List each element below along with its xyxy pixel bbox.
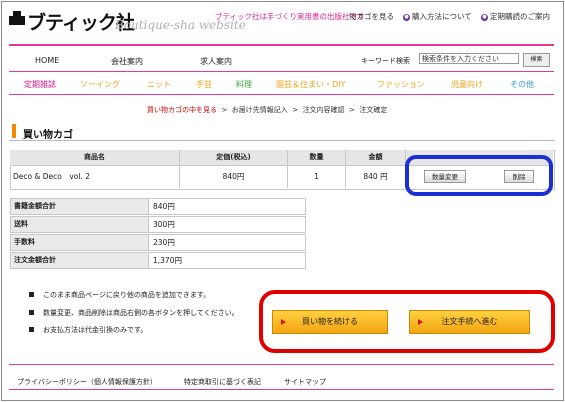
nav-home[interactable]: HOME [35,56,59,65]
nav-divider [9,44,554,46]
nav-recruit[interactable]: 求人案内 [200,56,232,67]
col-header-amount: 金額 [346,150,406,165]
section-accent-bar [12,124,16,138]
step-delivery: お届け先情報記入 [231,106,288,114]
total-label: 書籍金額合計 [11,199,149,214]
continue-shopping-button[interactable]: 買い物を続ける [272,310,388,334]
search-button[interactable]: 検索 [523,53,550,67]
total-label: 送料 [11,217,149,232]
total-label: 手数料 [11,235,149,250]
header-link-subscription[interactable]: ● 定期購読のご案内 [481,11,550,22]
page-title: 買い物カゴ [23,130,73,141]
section-header [9,121,555,141]
note-edit: 数量変更、商品削除は商品右側の各ボタンを押してください。 [43,309,239,317]
checkout-steps: 買い物カゴの中を見る > お届け先情報記入 > 注文内容確認 > 注文確定 [147,106,388,114]
category-knit[interactable]: ニット [147,79,171,90]
category-handicraft[interactable]: 手芸 [196,79,212,90]
logo-mark-icon [9,11,25,25]
cart-item-price: 840円 [180,166,288,188]
bullet-square-icon [29,292,34,297]
cart-item-name: Deco & Deco vol. 2 [10,166,180,188]
bullet-icon: ● [403,13,410,21]
category-cooking[interactable]: 料理 [236,79,252,90]
step-confirm: 注文内容確認 [302,106,345,114]
category-fashion[interactable]: ファッション [377,79,425,90]
cart-item-qty: 1 [288,166,346,188]
nav-divider [9,94,554,95]
note-payment: お支払方法は代金引換のみです。 [43,326,148,334]
col-header-name: 商品名 [10,150,180,165]
total-row-order: 注文金額合計 1,370円 [10,252,306,269]
category-sewing[interactable]: ソーイング [80,79,120,90]
total-value: 230円 [153,238,175,247]
footer-link-sitemap[interactable]: サイトマップ [284,377,326,387]
col-header-price: 定価(税込) [180,150,288,165]
highlight-ring-blue [405,155,553,196]
bullet-square-icon [29,310,34,315]
step-complete: 注文確定 [359,106,388,114]
footer-link-privacy[interactable]: プライバシーポリシー（個人情報保護方針） [17,377,157,387]
footer-divider [9,364,554,365]
col-header-qty: 数量 [288,150,346,165]
total-value: 1,370円 [153,256,182,265]
step-current: 買い物カゴの中を見る [147,106,217,114]
bullet-icon: ● [481,13,488,21]
tagline: ブティック社は手づくり実用書の出版社です [215,12,365,21]
total-row-fee: 手数料 230円 [10,234,306,251]
footer-link-legal[interactable]: 特定商取引に基づく表記 [184,377,261,387]
nav-company[interactable]: 会社案内 [111,56,143,67]
category-kids[interactable]: 児童向け [451,79,483,90]
total-value: 840円 [153,202,175,211]
bullet-square-icon [29,327,34,332]
keyword-search-input[interactable] [419,53,519,64]
checkout-button[interactable]: 注文手続へ進む [409,310,530,334]
footer-divider [9,389,554,390]
total-row-shipping: 送料 300円 [10,216,306,233]
total-row-books: 書籍金額合計 840円 [10,198,306,215]
category-magazine[interactable]: 定期雑誌 [24,79,56,90]
category-garden-diy[interactable]: 園芸＆住まい・DIY [276,79,345,90]
cart-item-amount: 840 円 [346,166,406,188]
header-link-cart[interactable]: 物カゴを見る [349,11,394,22]
nav-divider [9,71,554,72]
category-other[interactable]: その他 [510,79,534,90]
header-link-how-to-buy[interactable]: ● 購入方法について [403,11,472,22]
total-value: 300円 [153,220,175,229]
note-continue: このまま商品ページに戻り他の商品を追加できます。 [43,291,211,299]
keyword-search-label: キーワード検索 [361,57,410,65]
total-label: 注文金額合計 [11,253,149,268]
